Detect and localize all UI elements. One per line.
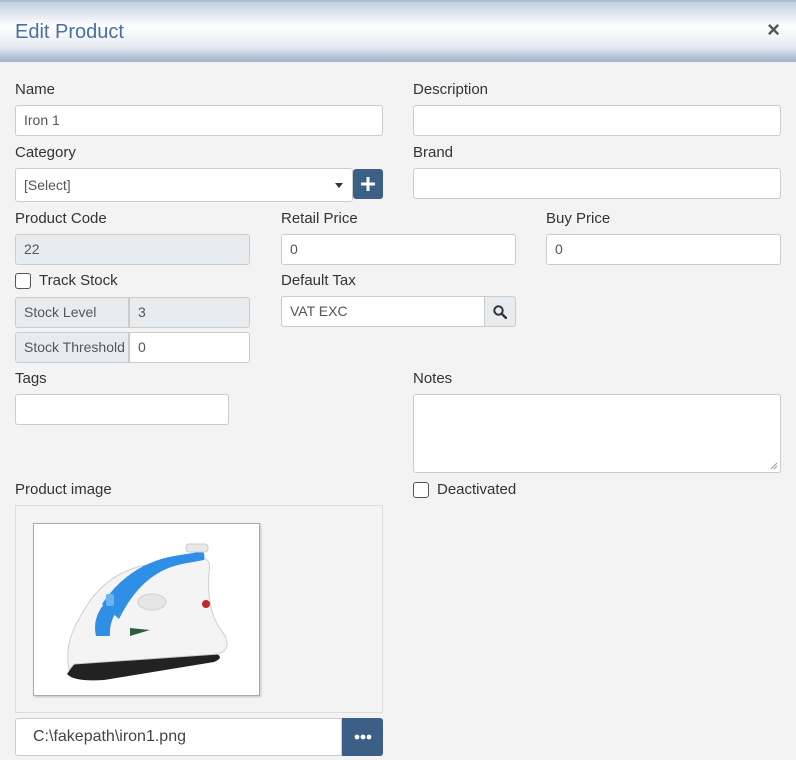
name-input[interactable]: Iron 1: [15, 105, 383, 136]
default-tax-input[interactable]: VAT EXC: [281, 296, 485, 327]
default-tax-label: Default Tax: [281, 272, 356, 289]
image-file-path-input[interactable]: C:\fakepath\iron1.png: [15, 718, 342, 756]
brand-label: Brand: [413, 144, 454, 161]
stock-threshold-input[interactable]: 0: [129, 332, 250, 363]
add-category-button[interactable]: [353, 169, 383, 199]
plus-icon: [361, 177, 375, 191]
track-stock-checkbox[interactable]: [15, 273, 31, 289]
brand-input[interactable]: [413, 168, 781, 199]
browse-file-button[interactable]: [342, 718, 383, 756]
dialog-title: Edit Product: [15, 21, 124, 43]
description-label: Description: [413, 81, 489, 98]
buy-price-input[interactable]: 0: [546, 234, 781, 265]
close-icon[interactable]: ×: [767, 18, 780, 42]
category-select[interactable]: [Select]: [15, 168, 353, 202]
caret-down-icon: [335, 183, 343, 188]
tags-input[interactable]: [15, 394, 229, 425]
resize-handle-icon[interactable]: [770, 462, 778, 470]
description-input[interactable]: [413, 105, 781, 136]
deactivated-checkbox[interactable]: [413, 482, 429, 498]
product-image-container: [15, 505, 383, 713]
product-image: [33, 523, 260, 696]
product-code-label: Product Code: [15, 210, 107, 227]
track-stock-label: Track Stock: [39, 272, 118, 289]
search-icon: [493, 304, 507, 319]
tax-search-button[interactable]: [484, 296, 516, 327]
product-image-label: Product image: [15, 481, 112, 498]
dialog-header: Edit Product ×: [0, 0, 796, 62]
stock-level-input: 3: [129, 297, 250, 328]
stock-level-addon: Stock Level: [15, 297, 129, 328]
buy-price-label: Buy Price: [546, 210, 611, 227]
iron-image: [51, 530, 242, 690]
deactivated-label: Deactivated: [437, 481, 517, 498]
category-label: Category: [15, 144, 76, 161]
category-selected-value: [Select]: [24, 177, 71, 193]
retail-price-label: Retail Price: [281, 210, 358, 227]
ellipsis-icon: [354, 734, 371, 740]
notes-label: Notes: [413, 370, 453, 387]
name-label: Name: [15, 81, 56, 98]
stock-threshold-addon: Stock Threshold: [15, 332, 129, 363]
tags-label: Tags: [15, 370, 47, 387]
retail-price-input[interactable]: 0: [281, 234, 516, 265]
product-code-input: 22: [15, 234, 250, 265]
notes-textarea[interactable]: [413, 394, 781, 473]
